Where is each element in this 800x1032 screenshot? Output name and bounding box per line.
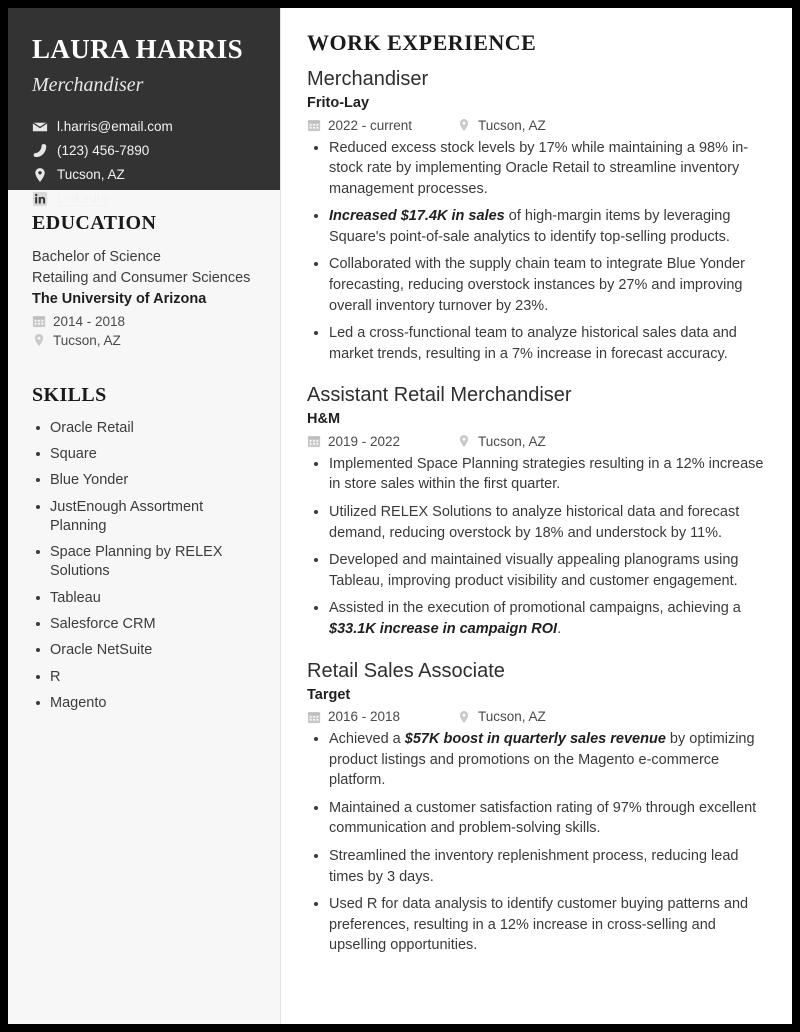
- job-entry: Retail Sales Associate Target 2016 - 2018 T…: [307, 658, 770, 956]
- job-bullet: Streamlined the inventory replenishment …: [307, 846, 770, 887]
- job-bullet: Developed and maintained visually appeal…: [307, 550, 770, 591]
- education-dates: 2014 - 2018: [53, 313, 126, 329]
- job-bullet: Increased $17.4K in sales of high-margin…: [307, 206, 770, 247]
- skill-item: Oracle NetSuite: [32, 641, 256, 660]
- contact-location-text: Tucson, AZ: [57, 166, 125, 182]
- skill-item: R: [32, 668, 256, 687]
- linkedin-icon: [32, 191, 48, 207]
- resume-page: LAURA HARRIS Merchandiser l.harris@email…: [8, 8, 792, 1024]
- main-column: WORK EXPERIENCE Merchandiser Frito-Lay 202…: [280, 8, 792, 1024]
- job-location: Tucson, AZ: [478, 709, 546, 725]
- job-location: Tucson, AZ: [478, 117, 546, 133]
- job-company: H&M: [307, 411, 341, 428]
- job-dates-group: 2022 - current: [307, 118, 457, 133]
- envelope-icon: [32, 119, 48, 135]
- education-location-row: Tucson, AZ: [32, 333, 256, 348]
- skill-item: Oracle Retail: [32, 419, 256, 438]
- contact-email-text: l.harris@email.com: [57, 119, 173, 135]
- job-meta: 2019 - 2022 Tucson, AZ: [307, 434, 770, 449]
- job-location-group: Tucson, AZ: [457, 118, 546, 133]
- job-location-group: Tucson, AZ: [457, 434, 546, 449]
- job-dates-group: 2019 - 2022: [307, 434, 457, 449]
- bullet-highlight: $33.1K increase in campaign ROI: [329, 620, 558, 637]
- job-bullet: Implemented Space Planning strategies re…: [307, 454, 770, 495]
- education-degree: Bachelor of Science: [32, 249, 161, 265]
- education-dates-row: 2014 - 2018: [32, 314, 256, 329]
- education-location: Tucson, AZ: [53, 332, 121, 348]
- job-bullet: Collaborated with the supply chain team …: [307, 254, 770, 316]
- job-meta: 2022 - current Tucson, AZ: [307, 118, 770, 133]
- skill-item: Space Planning by RELEX Solutions: [32, 543, 256, 582]
- job-bullet: Utilized RELEX Solutions to analyze hist…: [307, 502, 770, 543]
- education-heading: EDUCATION: [32, 212, 157, 234]
- sidebar: LAURA HARRIS Merchandiser l.harris@email…: [8, 8, 280, 1024]
- job-title: Merchandiser: [307, 68, 429, 90]
- calendar-icon: [307, 710, 321, 724]
- job-entry: Merchandiser Frito-Lay 2022 - current Tucso…: [307, 66, 770, 364]
- job-list: Merchandiser Frito-Lay 2022 - current Tucso…: [307, 66, 770, 956]
- job-entry: Assistant Retail Merchandiser H&M 2019 - 2…: [307, 382, 770, 639]
- candidate-subtitle: Merchandiser: [32, 74, 144, 97]
- job-bullet: Achieved a $57K boost in quarterly sales…: [307, 729, 770, 791]
- job-title: Retail Sales Associate: [307, 659, 505, 682]
- job-company: Target: [307, 686, 351, 703]
- location-pin-icon: [32, 333, 46, 347]
- job-bullets: Implemented Space Planning strategies re…: [307, 454, 770, 640]
- skills-heading: SKILLS: [32, 383, 107, 406]
- sidebar-header: LAURA HARRIS Merchandiser l.harris@email…: [8, 8, 280, 207]
- location-pin-icon: [457, 710, 471, 724]
- job-bullet: Used R for data analysis to identify cus…: [307, 894, 770, 956]
- location-pin-icon: [457, 118, 471, 132]
- job-title: Assistant Retail Merchandiser: [307, 384, 572, 407]
- job-bullet: Assisted in the execution of promotional…: [307, 598, 770, 639]
- job-dates: 2019 - 2022: [328, 433, 401, 449]
- skill-item: Magento: [32, 694, 256, 713]
- calendar-icon: [32, 314, 46, 328]
- job-bullets: Reduced excess stock levels by 17% while…: [307, 138, 770, 365]
- skill-item: Salesforce CRM: [32, 615, 256, 634]
- education-section: EDUCATION Bachelor of Science Retailing …: [32, 212, 256, 348]
- education-field: Retailing and Consumer Sciences: [32, 269, 251, 286]
- bullet-highlight: Increased $17.4K in sales: [329, 208, 505, 225]
- contact-phone[interactable]: (123) 456-7890: [32, 143, 256, 160]
- calendar-icon: [307, 118, 321, 132]
- location-pin-icon: [32, 167, 48, 183]
- bullet-highlight: $57K boost in quarterly sales revenue: [404, 731, 666, 748]
- phone-icon: [32, 143, 48, 159]
- skills-section: SKILLS Oracle Retail Square Blue Yonder Jus…: [32, 384, 256, 713]
- job-bullet: Maintained a customer satisfaction ratin…: [307, 798, 770, 839]
- location-pin-icon: [457, 434, 471, 448]
- job-location: Tucson, AZ: [478, 433, 546, 449]
- job-company: Frito-Lay: [307, 95, 370, 111]
- contact-linkedin-text[interactable]: LinkedIn: [57, 191, 108, 208]
- candidate-name: LAURA HARRIS: [32, 34, 244, 64]
- job-bullet: Led a cross-functional team to analyze h…: [307, 323, 770, 364]
- job-bullets: Achieved a $57K boost in quarterly sales…: [307, 729, 770, 956]
- skill-item: Tableau: [32, 589, 256, 608]
- education-school: The University of Arizona: [32, 291, 207, 308]
- skill-item: JustEnough Assortment Planning: [32, 498, 256, 537]
- job-meta: 2016 - 2018 Tucson, AZ: [307, 709, 770, 724]
- contact-email[interactable]: l.harris@email.com: [32, 119, 256, 136]
- contact-phone-text: (123) 456-7890: [57, 142, 150, 158]
- skills-list: Oracle Retail Square Blue Yonder JustEnough…: [32, 419, 256, 713]
- skill-item: Square: [32, 445, 256, 464]
- work-experience-heading: WORK EXPERIENCE: [307, 30, 537, 55]
- contact-location[interactable]: Tucson, AZ: [32, 167, 256, 184]
- sidebar-body: EDUCATION Bachelor of Science Retailing …: [8, 190, 280, 713]
- job-bullet: Reduced excess stock levels by 17% while…: [307, 138, 770, 200]
- skill-item: Blue Yonder: [32, 471, 256, 490]
- job-dates: 2016 - 2018: [328, 709, 401, 725]
- job-dates: 2022 - current: [328, 117, 413, 133]
- job-location-group: Tucson, AZ: [457, 709, 546, 724]
- job-dates-group: 2016 - 2018: [307, 709, 457, 724]
- calendar-icon: [307, 434, 321, 448]
